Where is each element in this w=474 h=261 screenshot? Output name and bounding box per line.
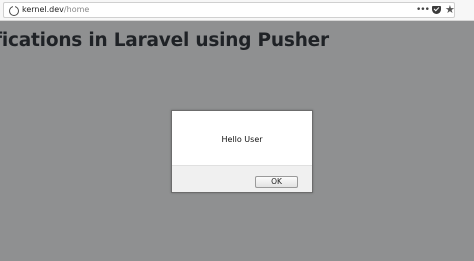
alert-dialog: Hello User OK <box>171 110 313 193</box>
bookmark-star-icon[interactable]: ★ <box>445 3 455 17</box>
url-text[interactable]: kernel.dev/home <box>22 4 89 16</box>
ok-button[interactable]: OK <box>255 176 298 188</box>
url-domain: kernel.dev <box>22 5 64 14</box>
address-bar[interactable]: kernel.dev/home ••• ★ <box>3 2 455 18</box>
info-icon[interactable] <box>9 4 19 16</box>
url-path: /home <box>63 5 90 14</box>
browser-toolbar: kernel.dev/home ••• ★ <box>0 0 474 21</box>
pocket-icon[interactable] <box>432 6 441 14</box>
more-actions-icon[interactable]: ••• <box>416 4 430 16</box>
page-title: fications in Laravel using Pusher <box>0 30 329 51</box>
dialog-message: Hello User <box>221 135 263 144</box>
dialog-footer: OK <box>172 165 312 192</box>
